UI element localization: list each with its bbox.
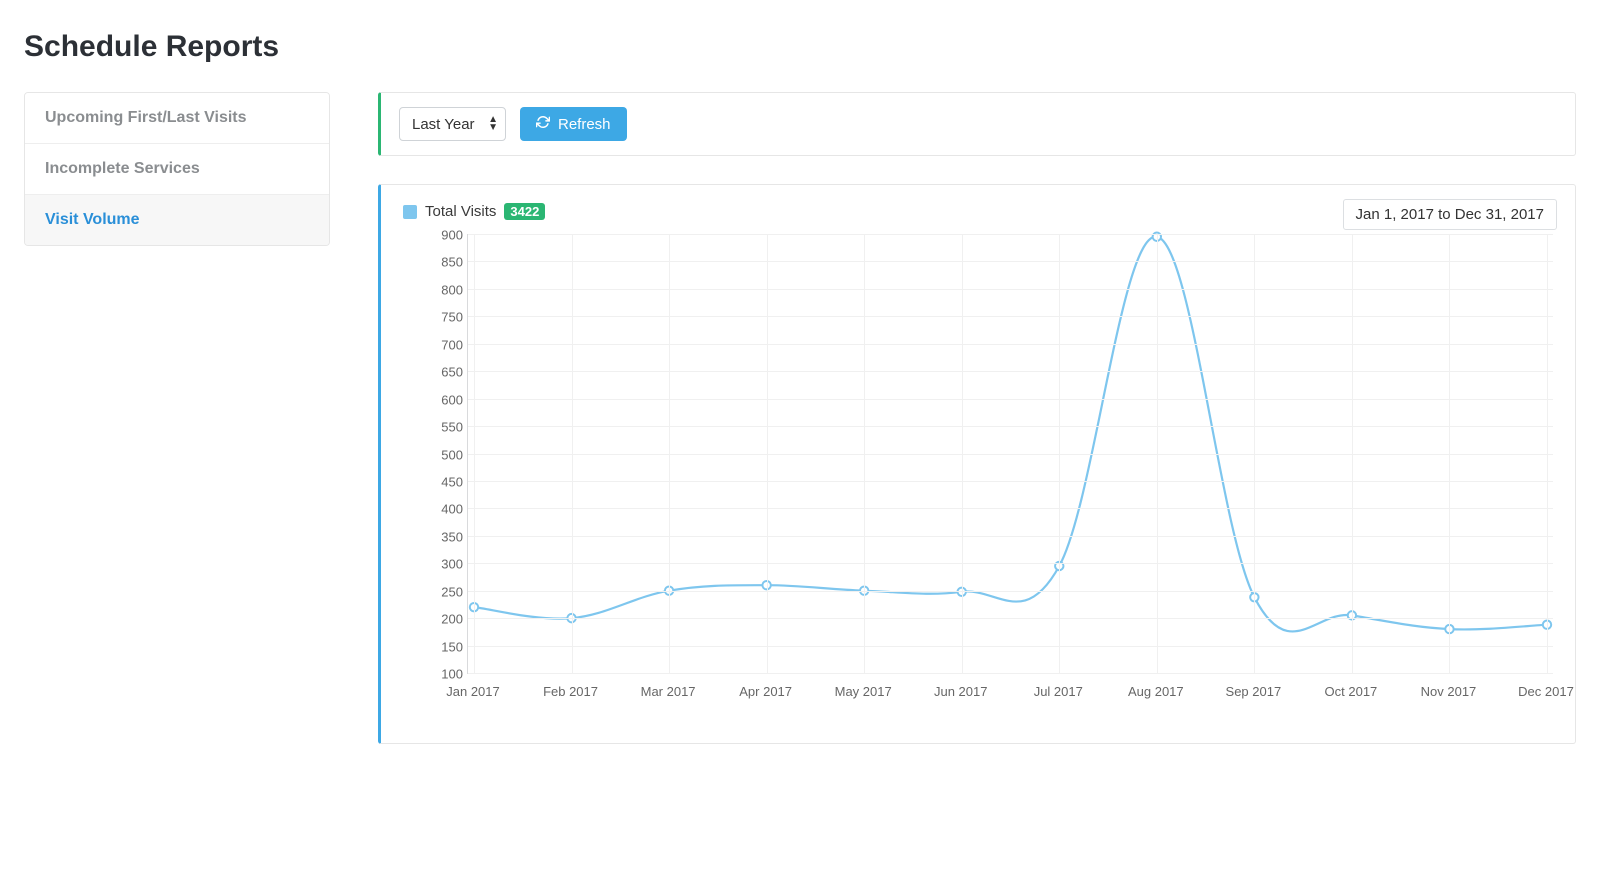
grid-line-v: [669, 234, 670, 673]
x-tick-label: Jul 2017: [1034, 684, 1083, 699]
grid-line-v: [1254, 234, 1255, 673]
y-tick-label: 900: [427, 228, 463, 243]
grid-line-v: [962, 234, 963, 673]
x-tick-label: Sep 2017: [1226, 684, 1282, 699]
y-tick-label: 150: [427, 639, 463, 654]
grid-line-v: [1449, 234, 1450, 673]
legend-label: Total Visits: [425, 203, 496, 220]
grid-line-h: [468, 316, 1553, 317]
total-visits-badge: 3422: [504, 203, 545, 220]
date-range-badge: Jan 1, 2017 to Dec 31, 2017: [1343, 199, 1557, 230]
sidebar-item-incomplete-services[interactable]: Incomplete Services: [25, 144, 329, 195]
grid-line-h: [468, 508, 1553, 509]
chart-plot: [467, 234, 1553, 674]
y-tick-label: 750: [427, 310, 463, 325]
grid-line-h: [468, 536, 1553, 537]
x-tick-label: Nov 2017: [1421, 684, 1477, 699]
refresh-button[interactable]: Refresh: [520, 107, 627, 141]
sidebar-item-upcoming-visits[interactable]: Upcoming First/Last Visits: [25, 93, 329, 144]
y-tick-label: 350: [427, 529, 463, 544]
y-tick-label: 800: [427, 282, 463, 297]
grid-line-h: [468, 426, 1553, 427]
grid-line-h: [468, 371, 1553, 372]
y-tick-label: 650: [427, 365, 463, 380]
x-tick-label: Apr 2017: [739, 684, 792, 699]
grid-line-v: [1547, 234, 1548, 673]
x-tick-label: Aug 2017: [1128, 684, 1184, 699]
grid-line-v: [864, 234, 865, 673]
y-tick-label: 850: [427, 255, 463, 270]
y-tick-label: 700: [427, 337, 463, 352]
y-axis: 1001502002503003504004505005506006507007…: [427, 234, 463, 674]
grid-line-h: [468, 646, 1553, 647]
page-title: Schedule Reports: [24, 30, 1576, 64]
sidebar-item-visit-volume[interactable]: Visit Volume: [25, 195, 329, 245]
y-tick-label: 450: [427, 474, 463, 489]
chart-panel: Total Visits 3422 Jan 1, 2017 to Dec 31,…: [378, 184, 1576, 744]
x-tick-label: Oct 2017: [1325, 684, 1378, 699]
grid-line-v: [1059, 234, 1060, 673]
grid-line-v: [474, 234, 475, 673]
x-tick-label: Jun 2017: [934, 684, 988, 699]
grid-line-h: [468, 289, 1553, 290]
grid-line-h: [468, 399, 1553, 400]
grid-line-h: [468, 563, 1553, 564]
grid-line-h: [468, 234, 1553, 235]
grid-line-v: [572, 234, 573, 673]
y-tick-label: 550: [427, 420, 463, 435]
x-tick-label: Mar 2017: [641, 684, 696, 699]
sidebar-item-label: Upcoming First/Last Visits: [45, 109, 247, 126]
date-range-select[interactable]: Last Year: [399, 107, 506, 141]
x-tick-label: Feb 2017: [543, 684, 598, 699]
layout: Upcoming First/Last Visits Incomplete Se…: [24, 92, 1576, 744]
y-tick-label: 100: [427, 667, 463, 682]
y-tick-label: 250: [427, 584, 463, 599]
sidebar: Upcoming First/Last Visits Incomplete Se…: [24, 92, 330, 246]
refresh-icon: [536, 115, 550, 133]
sidebar-item-label: Visit Volume: [45, 211, 140, 228]
grid-line-h: [468, 591, 1553, 592]
y-tick-label: 400: [427, 502, 463, 517]
date-range-select-wrap: Last Year ▲▼: [399, 107, 506, 141]
grid-line-h: [468, 454, 1553, 455]
grid-line-h: [468, 261, 1553, 262]
x-tick-label: May 2017: [835, 684, 892, 699]
main-content: Last Year ▲▼ Refresh Total Visits: [378, 92, 1576, 744]
y-tick-label: 600: [427, 392, 463, 407]
toolbar: Last Year ▲▼ Refresh: [378, 92, 1576, 156]
grid-line-h: [468, 481, 1553, 482]
x-tick-label: Jan 2017: [446, 684, 500, 699]
grid-line-v: [1352, 234, 1353, 673]
sidebar-item-label: Incomplete Services: [45, 160, 200, 177]
x-tick-label: Dec 2017: [1518, 684, 1574, 699]
refresh-button-label: Refresh: [558, 116, 611, 133]
grid-line-h: [468, 673, 1553, 674]
grid-line-v: [1157, 234, 1158, 673]
chart-series-line: [474, 237, 1547, 632]
y-tick-label: 200: [427, 612, 463, 627]
x-axis: Jan 2017Feb 2017Mar 2017Apr 2017May 2017…: [467, 676, 1553, 704]
grid-line-h: [468, 618, 1553, 619]
grid-line-h: [468, 344, 1553, 345]
chart-area: 1001502002503003504004505005506006507007…: [433, 234, 1553, 704]
legend-swatch-icon: [403, 205, 417, 219]
y-tick-label: 500: [427, 447, 463, 462]
y-tick-label: 300: [427, 557, 463, 572]
grid-line-v: [767, 234, 768, 673]
